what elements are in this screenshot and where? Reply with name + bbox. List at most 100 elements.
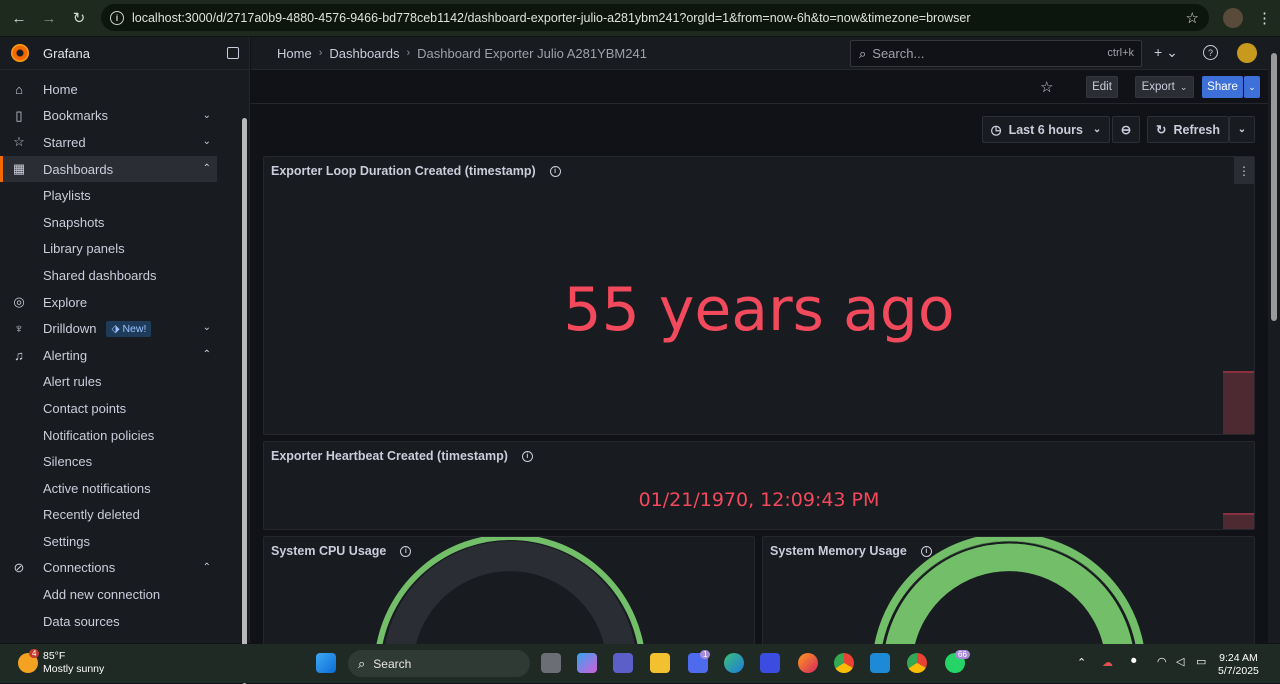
taskbar-search-label: Search <box>373 656 412 671</box>
sidebar-item-bookmarks[interactable]: ▯ Bookmarks ⌄ <box>0 103 217 130</box>
sidebar-item-add-new-connection[interactable]: Add new connection <box>0 581 217 608</box>
sidebar-scrollbar-thumb[interactable] <box>242 118 247 684</box>
zoom-out-button[interactable]: ⊖ <box>1112 116 1140 143</box>
vscode-icon[interactable] <box>870 653 890 673</box>
brand-name: Grafana <box>43 45 90 61</box>
weather-widget[interactable]: 4 85°F Mostly sunny <box>18 649 104 676</box>
browser-menu-icon[interactable]: ⋮ <box>1257 9 1272 27</box>
sidebar-item-label: Contact points <box>43 400 127 416</box>
mark-as-favorite-star-icon[interactable]: ☆ <box>1040 78 1053 96</box>
panel-exporter-heartbeat[interactable]: Exporter Heartbeat Created (timestamp) i… <box>263 441 1255 530</box>
chevron-down-icon[interactable]: ⌄ <box>203 136 211 147</box>
time-range-label: Last 6 hours <box>1008 122 1083 137</box>
edit-button[interactable]: Edit <box>1086 76 1118 98</box>
bookmark-star-icon[interactable]: ☆ <box>1186 9 1199 27</box>
battery-icon[interactable]: ▭ <box>1196 655 1206 668</box>
sidebar-item-explore[interactable]: ◎ Explore <box>0 289 217 316</box>
sidebar-item-snapshots[interactable]: Snapshots <box>0 209 217 236</box>
back-icon[interactable]: ← <box>8 7 30 29</box>
sidebar-item-starred[interactable]: ☆ Starred ⌄ <box>0 129 217 156</box>
sidebar-item-drilldown[interactable]: ♆ Drilldown ⬗ New! ⌄ <box>0 315 217 342</box>
windows-start-icon[interactable] <box>316 653 336 673</box>
panel-system-cpu-usage[interactable]: System CPU Usage i <box>263 536 755 646</box>
info-icon[interactable]: i <box>549 165 561 177</box>
onedrive-icon[interactable]: ☁ <box>1102 656 1113 669</box>
main-scrollbar[interactable] <box>1268 37 1280 643</box>
chevron-up-icon[interactable]: ⌃ <box>203 163 211 174</box>
share-dropdown-button[interactable]: ⌄ <box>1244 76 1260 98</box>
copilot-icon[interactable] <box>577 653 597 673</box>
breadcrumb-home[interactable]: Home <box>277 46 312 61</box>
sidebar: Grafana ⌂ Home ▯ Bookmarks ⌄ ☆ Starred ⌄ ▦ Das… <box>0 37 250 684</box>
chrome-icon[interactable] <box>907 653 927 673</box>
forward-icon[interactable]: → <box>38 7 60 29</box>
task-view-icon[interactable] <box>541 653 561 673</box>
search-placeholder: Search... <box>872 46 925 61</box>
site-info-icon[interactable]: i <box>110 10 124 25</box>
chrome-dev-icon[interactable] <box>834 653 854 673</box>
share-button[interactable]: Share <box>1202 76 1243 98</box>
search-shortcut: ctrl+k <box>1107 47 1134 59</box>
sidebar-item-shared-dashboards[interactable]: Shared dashboards <box>0 262 217 289</box>
taskbar-search[interactable]: ⌕ Search <box>348 650 530 677</box>
url-text[interactable]: localhost:3000/d/2717a0b9-4880-4576-9466… <box>132 11 971 25</box>
power-automate-icon[interactable] <box>760 653 780 673</box>
volume-icon[interactable]: ◁ <box>1176 655 1184 668</box>
microphone-icon[interactable]: ⏺ <box>1131 655 1137 668</box>
sparkline-bar <box>1223 513 1254 529</box>
dock-menu-icon[interactable] <box>227 47 239 59</box>
sidebar-item-label: Connections <box>43 560 116 576</box>
chevron-down-icon[interactable]: ⌄ <box>203 110 211 121</box>
info-icon[interactable]: i <box>521 450 533 462</box>
teams-icon[interactable] <box>613 653 633 673</box>
chevron-down-icon[interactable]: ⌄ <box>203 322 211 333</box>
sidebar-item-library-panels[interactable]: Library panels <box>0 236 217 263</box>
refresh-interval-dropdown[interactable]: ⌄ <box>1229 116 1255 143</box>
firefox-icon[interactable] <box>798 653 818 673</box>
sidebar-item-notification-policies[interactable]: Notification policies <box>0 422 217 449</box>
chevron-up-icon[interactable]: ⌃ <box>203 349 211 360</box>
sidebar-item-label: Shared dashboards <box>43 267 157 283</box>
sidebar-item-playlists[interactable]: Playlists <box>0 182 217 209</box>
panel-title[interactable]: Exporter Loop Duration Created (timestam… <box>271 164 561 178</box>
sidebar-item-label: Add new connection <box>43 587 161 603</box>
store-badge: 1 <box>700 650 711 659</box>
sidebar-item-label: Library panels <box>43 241 125 257</box>
user-avatar[interactable] <box>1237 43 1257 63</box>
export-button[interactable]: Export ⌄ <box>1135 76 1194 98</box>
reload-icon[interactable]: ↻ <box>68 7 90 29</box>
sidebar-item-connections[interactable]: ⊘ Connections ⌃ <box>0 555 217 582</box>
wifi-icon[interactable]: ◠ <box>1157 655 1167 668</box>
panel-exporter-loop-duration[interactable]: Exporter Loop Duration Created (timestam… <box>263 156 1255 435</box>
show-hidden-icons-icon[interactable]: ⌃ <box>1077 656 1086 669</box>
sidebar-item-silences[interactable]: Silences <box>0 448 217 475</box>
sidebar-item-active-notifications[interactable]: Active notifications <box>0 475 217 502</box>
sidebar-item-alerting[interactable]: ♫ Alerting ⌃ <box>0 342 217 369</box>
grafana-logo-icon[interactable] <box>11 44 29 62</box>
panel-system-memory-usage[interactable]: System Memory Usage i <box>762 536 1255 646</box>
sidebar-item-settings[interactable]: Settings <box>0 528 217 555</box>
edge-icon[interactable] <box>724 653 744 673</box>
chevron-up-icon[interactable]: ⌃ <box>203 562 211 573</box>
add-new-button[interactable]: + ⌄ <box>1154 44 1178 61</box>
address-bar[interactable]: i localhost:3000/d/2717a0b9-4880-4576-94… <box>101 4 1209 31</box>
sidebar-item-dashboards[interactable]: ▦ Dashboards ⌃ <box>0 155 217 183</box>
help-icon[interactable]: ? <box>1203 45 1218 60</box>
sidebar-scrollbar[interactable] <box>242 80 247 684</box>
main-scrollbar-thumb[interactable] <box>1271 53 1277 321</box>
breadcrumb-dashboards[interactable]: Dashboards <box>329 46 399 61</box>
time-range-picker[interactable]: ◷ Last 6 hours ⌄ <box>982 116 1110 143</box>
sidebar-item-label: Explore <box>43 294 88 310</box>
sidebar-item-data-sources[interactable]: Data sources <box>0 608 217 635</box>
sidebar-item-contact-points[interactable]: Contact points <box>0 395 217 422</box>
file-explorer-icon[interactable] <box>650 653 670 673</box>
panel-menu-icon[interactable]: ⋮ <box>1234 157 1254 184</box>
sidebar-item-recently-deleted[interactable]: Recently deleted <box>0 502 217 529</box>
panel-title[interactable]: Exporter Heartbeat Created (timestamp) i <box>271 449 533 463</box>
refresh-button[interactable]: ↻ Refresh <box>1147 116 1229 143</box>
sidebar-item-home[interactable]: ⌂ Home <box>0 76 217 103</box>
taskbar-clock[interactable]: 9:24 AM 5/7/2025 <box>1218 652 1259 678</box>
browser-profile-avatar[interactable] <box>1223 8 1243 28</box>
sidebar-item-alert-rules[interactable]: Alert rules <box>0 369 217 396</box>
search-input[interactable]: ⌕ Search... ctrl+k <box>850 40 1142 67</box>
